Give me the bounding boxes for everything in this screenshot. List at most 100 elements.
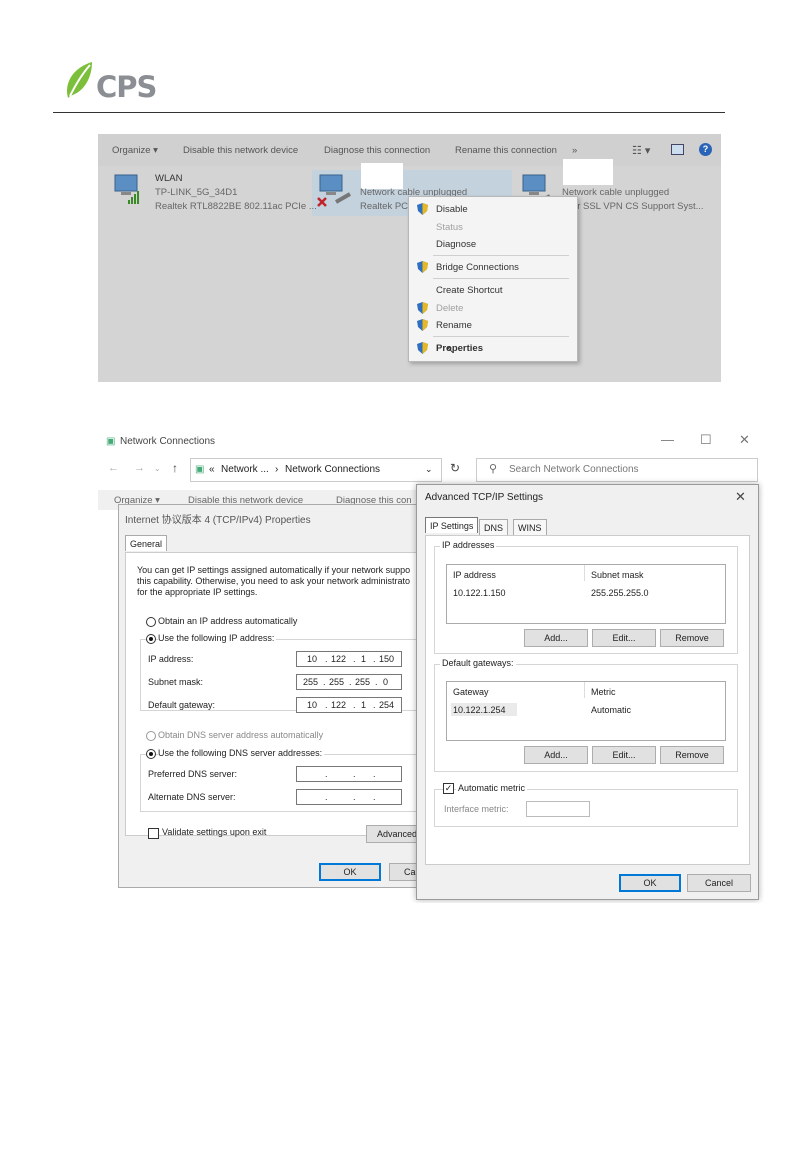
redacted-adapter-name-2 xyxy=(563,159,613,185)
column-separator xyxy=(584,682,585,698)
tab-ip-settings[interactable]: IP Settings xyxy=(425,517,479,533)
column-header-metric[interactable]: Metric xyxy=(591,687,616,697)
gateway-add-button[interactable]: Add... xyxy=(524,746,588,764)
minimize-button[interactable]: — xyxy=(661,432,674,447)
search-placeholder[interactable]: Search Network Connections xyxy=(509,464,639,475)
up-arrow-icon[interactable]: ↑ xyxy=(172,461,178,475)
address-overflow[interactable]: « xyxy=(209,464,215,475)
diagnose-connection-button[interactable]: Diagnose this connection xyxy=(324,145,430,156)
use-following-dns-radio[interactable] xyxy=(146,749,156,759)
automatic-metric-checkbox[interactable]: ✓ xyxy=(443,783,454,794)
alternate-dns-field[interactable]: ... xyxy=(296,789,402,805)
search-box[interactable]: ⚲ Search Network Connections xyxy=(476,458,758,482)
gateway-edit-button[interactable]: Edit... xyxy=(592,746,656,764)
menu-item-rename[interactable]: Rename xyxy=(436,320,472,331)
ok-button[interactable]: OK xyxy=(319,863,381,881)
column-header-subnet-mask[interactable]: Subnet mask xyxy=(591,570,644,580)
gateway-cell[interactable]: 10.122.1.254 xyxy=(453,705,506,715)
breadcrumb-separator: › xyxy=(275,464,279,475)
ethernet-adapter-icon[interactable] xyxy=(314,172,354,210)
view-options-icon[interactable]: ☷ ▾ xyxy=(632,144,650,157)
ipv4-properties-dialog: Internet 协议版本 4 (TCP/IPv4) Properties Ge… xyxy=(118,504,445,888)
preferred-dns-field[interactable]: ... xyxy=(296,766,402,782)
wlan-adapter-icon[interactable] xyxy=(112,172,142,206)
menu-item-delete: Delete xyxy=(436,303,464,314)
menu-item-properties[interactable]: Properties xyxy=(436,343,483,354)
ip-settings-panel: IP addresses IP address Subnet mask 10.1… xyxy=(425,535,750,865)
more-commands-button[interactable]: » xyxy=(572,145,577,156)
breadcrumb-network[interactable]: Network ... xyxy=(221,464,269,475)
use-following-ip-label[interactable]: Use the following IP address: xyxy=(158,633,277,643)
address-dropdown-icon[interactable]: ⌄ xyxy=(425,464,433,475)
wlan-adapter-network: TP-LINK_5G_34D1 xyxy=(155,187,238,198)
menu-separator xyxy=(433,255,569,256)
ip-address-field[interactable]: 10. 122. 1. 150 xyxy=(296,651,402,667)
recent-chevron-icon[interactable]: ⌄ xyxy=(154,464,161,473)
subnet-mask-field[interactable]: 255. 255. 255. 0 xyxy=(296,674,402,690)
cps-leaf-logo-icon xyxy=(67,62,92,98)
address-bar[interactable]: ▣ « Network ... › Network Connections ⌄ xyxy=(190,458,442,482)
use-following-ip-radio[interactable] xyxy=(146,634,156,644)
description-line: You can get IP settings assigned automat… xyxy=(137,565,411,575)
ip-address-list[interactable]: IP address Subnet mask 10.122.1.150 255.… xyxy=(446,564,726,624)
breadcrumb-network-connections[interactable]: Network Connections xyxy=(285,464,380,475)
tab-wins[interactable]: WINS xyxy=(513,519,547,535)
vpn-adapter-status: Network cable unplugged xyxy=(562,187,670,198)
menu-item-create-shortcut[interactable]: Create Shortcut xyxy=(436,285,503,296)
default-gateway-field[interactable]: 10. 122. 1. 254 xyxy=(296,697,402,713)
header-rule xyxy=(53,112,725,113)
maximize-button[interactable]: ☐ xyxy=(700,432,712,448)
preferred-dns-label: Preferred DNS server: xyxy=(148,769,238,779)
obtain-ip-auto-radio[interactable] xyxy=(146,617,156,627)
column-header-ip-address[interactable]: IP address xyxy=(453,570,496,580)
disable-device-button[interactable]: Disable this network device xyxy=(183,145,298,156)
tab-dns[interactable]: DNS xyxy=(479,519,509,535)
obtain-dns-auto-radio xyxy=(146,731,156,741)
subnet-mask-cell[interactable]: 255.255.255.0 xyxy=(591,588,649,598)
tab-general[interactable]: General xyxy=(125,535,168,551)
description-line: this capability. Otherwise, you need to … xyxy=(137,576,410,586)
use-following-dns-label[interactable]: Use the following DNS server addresses: xyxy=(158,748,325,758)
subnet-mask-label: Subnet mask: xyxy=(148,677,204,687)
toolbar: Organize ▾ Disable this network device D… xyxy=(98,134,721,166)
close-window-button[interactable]: ✕ xyxy=(739,432,750,448)
back-arrow-icon[interactable]: ← xyxy=(108,462,119,474)
ip-remove-button[interactable]: Remove xyxy=(660,629,724,647)
metric-cell[interactable]: Automatic xyxy=(591,705,631,715)
folder-icon: ▣ xyxy=(195,464,205,475)
menu-item-disable[interactable]: Disable xyxy=(436,204,468,215)
ip-add-button[interactable]: Add... xyxy=(524,629,588,647)
help-icon[interactable]: ? xyxy=(699,143,712,156)
gateway-remove-button[interactable]: Remove xyxy=(660,746,724,764)
rename-connection-button[interactable]: Rename this connection xyxy=(455,145,557,156)
obtain-dns-auto-label: Obtain DNS server address automatically xyxy=(158,730,324,740)
menu-item-diagnose[interactable]: Diagnose xyxy=(436,239,476,250)
mouse-cursor-icon: ↖ xyxy=(446,345,455,356)
validate-settings-label[interactable]: Validate settings upon exit xyxy=(162,827,266,837)
preview-pane-icon[interactable] xyxy=(671,144,684,155)
advanced-ok-button[interactable]: OK xyxy=(619,874,681,892)
menu-item-bridge-connections[interactable]: Bridge Connections xyxy=(436,262,519,273)
menu-item-status: Status xyxy=(436,222,463,233)
shield-icon xyxy=(417,319,428,331)
shield-icon xyxy=(417,203,428,215)
column-header-gateway[interactable]: Gateway xyxy=(453,687,489,697)
gateway-list[interactable]: Gateway Metric 10.122.1.254 Automatic xyxy=(446,681,726,741)
close-dialog-button[interactable]: ✕ xyxy=(735,489,746,505)
ip-address-label: IP address: xyxy=(148,654,194,664)
advanced-cancel-button[interactable]: Cancel xyxy=(687,874,751,892)
shield-icon xyxy=(417,302,428,314)
general-panel: You can get IP settings assigned automat… xyxy=(125,552,432,843)
ip-settings-screenshot: ▣ Network Connections — ☐ ✕ ← → ⌄ ↑ ▣ « … xyxy=(98,428,764,903)
ip-edit-button[interactable]: Edit... xyxy=(592,629,656,647)
automatic-metric-label[interactable]: Automatic metric xyxy=(456,783,528,793)
validate-settings-checkbox[interactable] xyxy=(148,828,159,839)
forward-arrow-icon[interactable]: → xyxy=(134,462,145,474)
obtain-ip-auto-label[interactable]: Obtain an IP address automatically xyxy=(158,616,297,626)
organize-menu[interactable]: Organize ▾ xyxy=(112,145,158,156)
ip-addresses-group-label: IP addresses xyxy=(440,540,497,550)
refresh-icon[interactable]: ↻ xyxy=(450,461,460,475)
ip-address-cell[interactable]: 10.122.1.150 xyxy=(453,588,506,598)
description-line: for the appropriate IP settings. xyxy=(137,587,258,597)
search-icon: ⚲ xyxy=(489,463,498,475)
